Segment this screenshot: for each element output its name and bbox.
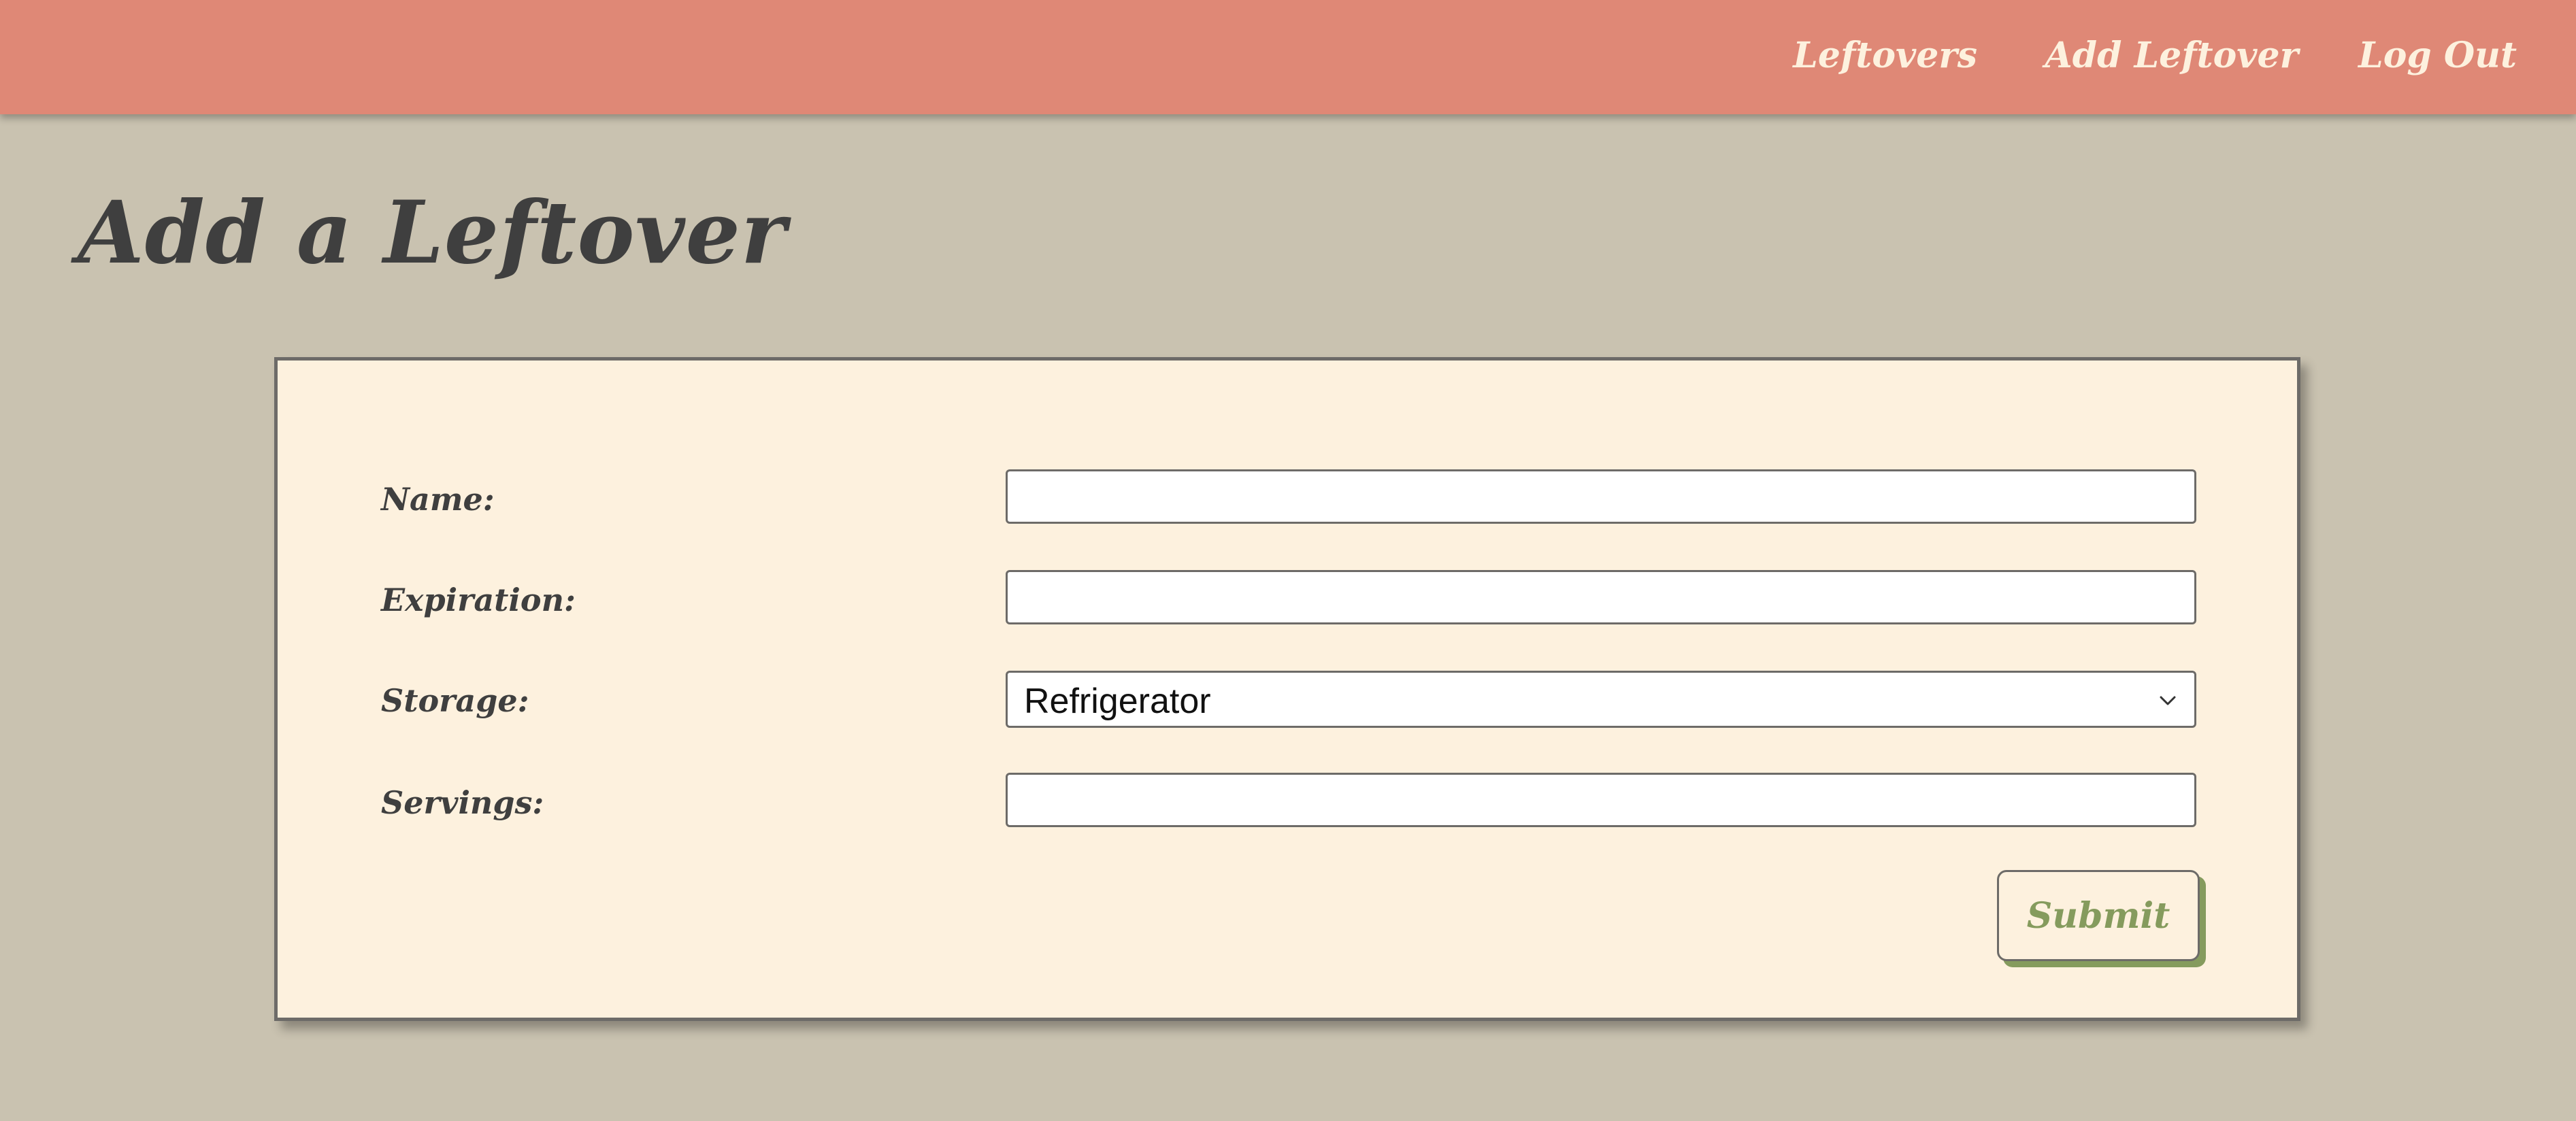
storage-label: Storage: [381, 682, 529, 719]
name-label: Name: [381, 481, 495, 518]
form-row-servings: Servings: [278, 773, 2297, 827]
add-leftover-form: Name: Expiration: Storage: Refrigerator … [274, 357, 2300, 1021]
nav-link-leftovers[interactable]: Leftovers [1793, 31, 1977, 80]
form-row-storage: Storage: Refrigerator [278, 671, 2297, 728]
form-row-expiration: Expiration: [278, 570, 2297, 624]
servings-label: Servings: [381, 784, 544, 821]
name-input[interactable] [1006, 469, 2196, 524]
nav-link-log-out[interactable]: Log Out [2358, 31, 2517, 80]
top-navbar: Leftovers Add Leftover Log Out [0, 0, 2576, 114]
chevron-down-icon [2160, 696, 2176, 705]
servings-input[interactable] [1006, 773, 2196, 827]
expiration-input[interactable] [1006, 570, 2196, 624]
storage-select[interactable]: Refrigerator [1006, 671, 2196, 728]
form-row-name: Name: [278, 469, 2297, 524]
expiration-label: Expiration: [381, 582, 576, 618]
submit-button[interactable]: Submit [1997, 870, 2200, 961]
page-title: Add a Leftover [78, 182, 787, 283]
storage-select-value: Refrigerator [1024, 682, 1211, 721]
nav-link-add-leftover[interactable]: Add Leftover [2045, 31, 2298, 80]
